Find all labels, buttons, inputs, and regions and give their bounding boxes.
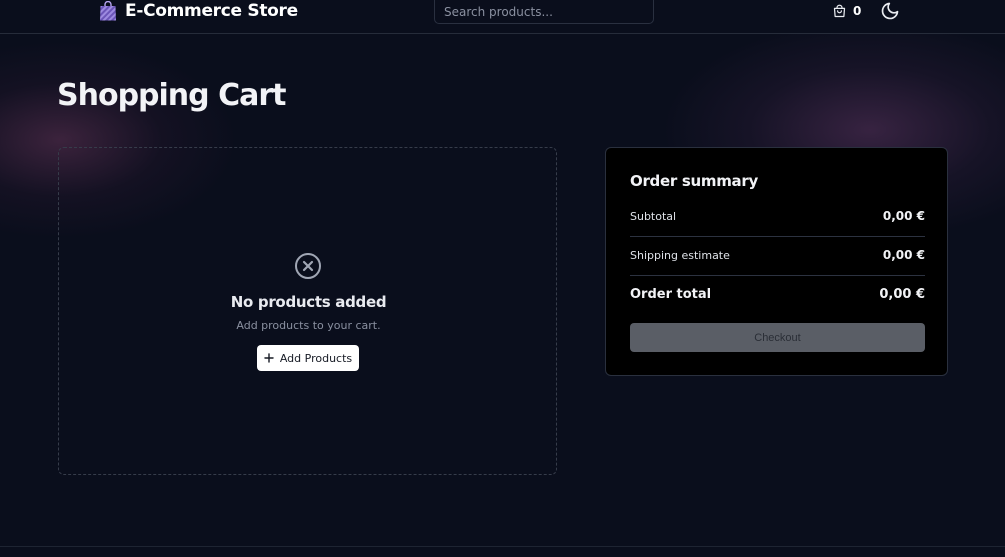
add-products-button[interactable]: Add Products — [257, 345, 359, 371]
page-title: Shopping Cart — [57, 78, 286, 113]
empty-cart-subtitle: Add products to your cart. — [236, 319, 381, 332]
empty-cart-title: No products added — [230, 293, 387, 311]
shipping-value: 0,00 € — [882, 248, 925, 262]
empty-cart-panel: No products added Add products to your c… — [58, 147, 557, 475]
subtotal-row: Subtotal 0,00 € — [630, 209, 925, 223]
checkout-button[interactable]: Checkout — [630, 323, 925, 352]
circle-x-icon — [295, 253, 321, 279]
summary-divider — [630, 236, 925, 237]
top-navbar: E-Commerce Store 0 — [0, 0, 1005, 34]
plus-icon — [264, 353, 274, 363]
order-summary-title: Order summary — [630, 172, 758, 190]
search-input[interactable] — [434, 0, 654, 24]
shipping-row: Shipping estimate 0,00 € — [630, 248, 925, 262]
brand-link[interactable]: E-Commerce Store — [99, 0, 298, 22]
summary-divider — [630, 275, 925, 276]
order-summary-panel: Order summary Subtotal 0,00 € Shipping e… — [605, 147, 948, 376]
add-products-label: Add Products — [279, 351, 353, 365]
order-total-row: Order total 0,00 € — [630, 287, 925, 302]
order-total-value: 0,00 € — [879, 287, 925, 302]
moon-icon — [881, 2, 899, 20]
shopping-bag-icon — [100, 1, 116, 21]
order-total-label: Order total — [630, 287, 712, 302]
shopping-bag-outline-icon — [833, 4, 846, 17]
theme-toggle-button[interactable] — [880, 1, 900, 21]
footer-divider — [0, 546, 1005, 547]
cart-button[interactable]: 0 — [832, 2, 861, 20]
subtotal-label: Subtotal — [630, 209, 677, 223]
cart-count: 0 — [853, 4, 862, 18]
subtotal-value: 0,00 € — [882, 209, 925, 223]
shipping-label: Shipping estimate — [630, 248, 730, 262]
page: E-Commerce Store 0 Shopping Cart No prod… — [0, 0, 1005, 557]
brand-name: E-Commerce Store — [125, 1, 298, 21]
